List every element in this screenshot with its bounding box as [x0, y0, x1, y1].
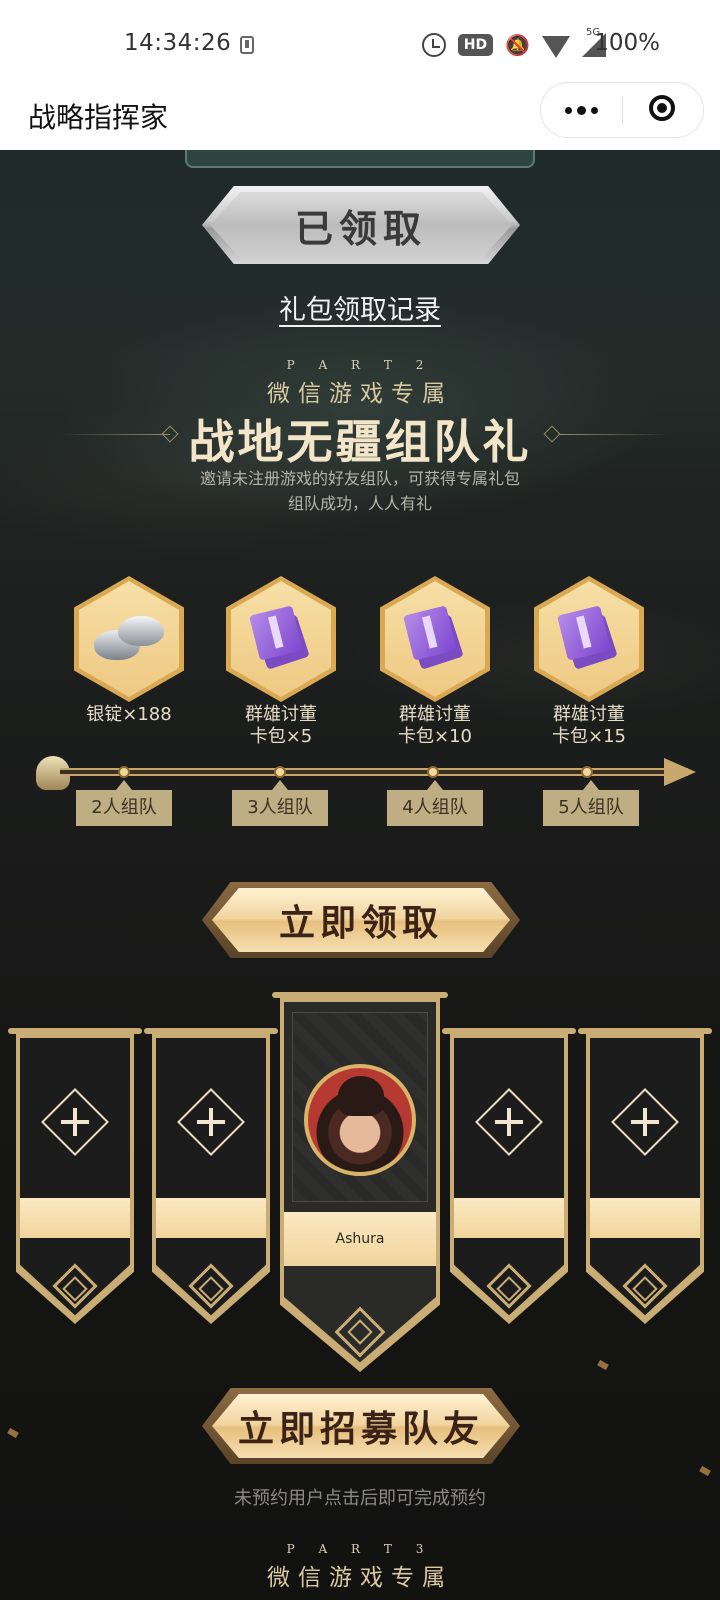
spear-head-icon [664, 758, 696, 786]
hd-badge: HD [457, 34, 494, 56]
mute-icon: 🔕 [505, 33, 530, 57]
title-deco-right [560, 434, 670, 435]
silver-ingot-icon [94, 612, 164, 662]
event-page: 已领取 礼包领取记录 P A R T 2 微信游戏专属 战地无疆组队礼 邀请未注… [0, 150, 720, 1600]
tier-node [427, 766, 439, 778]
battery-level: 100% [594, 30, 660, 56]
reward-label: 银锭×188 [86, 704, 172, 725]
tier-node [118, 766, 130, 778]
reward-hexagon [534, 576, 644, 702]
team-leader-slot: Ashura [272, 992, 448, 1372]
status-time: 14:34:26 [124, 30, 232, 56]
more-dots-icon[interactable] [541, 83, 622, 137]
member-name: Ashura [335, 1231, 385, 1247]
part2-subtitle: 微信游戏专属 [267, 381, 453, 407]
part2-desc-line1: 邀请未注册游戏的好友组队，可获得专属礼包 [199, 469, 520, 488]
reward-item: 银锭×188 [74, 576, 184, 726]
empty-team-slot[interactable] [8, 1028, 142, 1324]
wifi-icon [542, 36, 570, 58]
tier-node [581, 766, 593, 778]
tier-tag: 4人组队 [387, 780, 483, 826]
claimed-button[interactable]: 已领取 [202, 186, 520, 264]
top-ornament [185, 150, 535, 168]
claimed-button-label: 已领取 [294, 205, 427, 251]
empty-team-slot[interactable] [578, 1028, 712, 1324]
part3-label: P A R T 3 [286, 1542, 434, 1556]
status-bar: 14:34:26 HD 🔕 5G 100% [0, 0, 720, 92]
reward-hexagon [380, 576, 490, 702]
reward-item: 群雄讨董 卡包×10 [380, 576, 490, 748]
card-pack-icon [557, 605, 620, 670]
empty-team-slot[interactable] [442, 1028, 576, 1324]
ember-decoration [597, 1359, 609, 1371]
tier-track [60, 768, 688, 776]
part2-label: P A R T 2 [286, 358, 434, 372]
reward-hexagon [226, 576, 336, 702]
card-pack-icon [249, 605, 312, 670]
part2-title: 战地无疆组队礼 [188, 415, 532, 469]
reward-hexagon [74, 576, 184, 702]
avatar [304, 1064, 416, 1176]
reward-item: 群雄讨董 卡包×5 [226, 576, 336, 748]
ember-decoration [699, 1465, 711, 1477]
tier-tag: 5人组队 [543, 780, 639, 826]
tier-tag: 3人组队 [232, 780, 328, 826]
tier-node [274, 766, 286, 778]
claim-now-label: 立即领取 [278, 902, 443, 944]
gift-record-link[interactable]: 礼包领取记录 [0, 288, 720, 327]
tier-tag: 2人组队 [76, 780, 172, 826]
ember-decoration [7, 1427, 19, 1439]
title-bar: 战略指挥家 [0, 82, 720, 150]
part2-desc-line2: 组队成功，人人有礼 [287, 494, 432, 513]
reward-item: 群雄讨董 卡包×15 [534, 576, 644, 748]
reward-label: 群雄讨董 卡包×5 [245, 704, 317, 747]
reward-label: 群雄讨董 卡包×15 [552, 704, 626, 747]
empty-team-slot[interactable] [144, 1028, 278, 1324]
download-icon [240, 36, 254, 54]
page-title: 战略指挥家 [28, 101, 169, 134]
recruit-hint: 未预约用户点击后即可完成预约 [234, 1488, 486, 1509]
claim-now-button[interactable]: 立即领取 [202, 882, 520, 958]
close-target-icon[interactable] [623, 83, 704, 137]
card-pack-icon [403, 605, 466, 670]
capsule-menu [540, 82, 704, 138]
title-deco-left [60, 434, 170, 435]
alarm-icon [421, 33, 446, 57]
part3-subtitle: 微信游戏专属 [267, 1565, 453, 1591]
reward-label: 群雄讨董 卡包×10 [398, 704, 472, 747]
recruit-teammates-button[interactable]: 立即招募队友 [202, 1388, 520, 1464]
recruit-label: 立即招募队友 [237, 1408, 484, 1450]
